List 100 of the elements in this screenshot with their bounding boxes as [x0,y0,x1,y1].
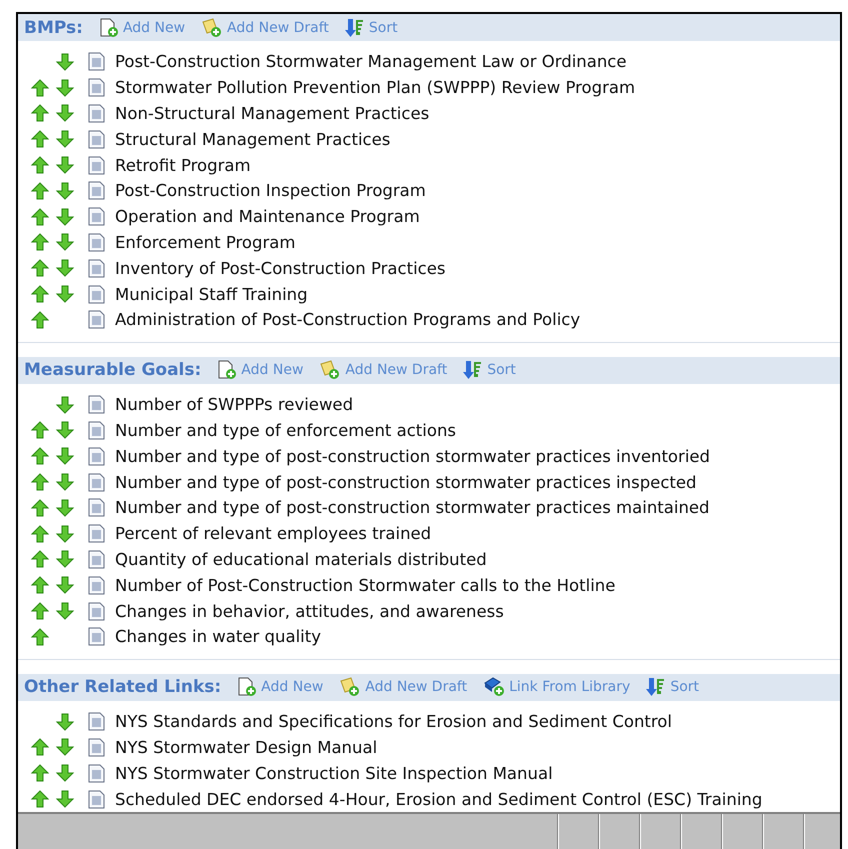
item-link[interactable]: Structural Management Practices [115,130,390,149]
down-arrow-icon[interactable] [55,420,75,440]
document-icon [88,550,105,569]
document-icon [88,207,105,226]
up-arrow-icon[interactable] [30,420,50,440]
up-arrow-icon[interactable] [30,575,50,596]
item-link[interactable]: Number of Post-Construction Stormwater calls to the Hotline [115,576,616,595]
document-icon [88,232,105,252]
up-arrow-icon[interactable] [30,103,50,124]
item-link[interactable]: Scheduled DEC endorsed 4-Hour, Erosion and Sediment Control (ESC) Training [115,790,762,809]
section-title: Measurable Goals: [24,360,202,380]
item-link[interactable]: Percent of relevant employees trained [115,524,432,544]
down-arrow-icon[interactable] [55,524,75,544]
section-title: BMPs: [24,18,83,38]
up-arrow-icon[interactable] [30,498,50,518]
sort-icon [646,677,666,698]
document-icon [88,446,105,466]
down-arrow-icon[interactable] [55,180,75,201]
down-arrow-icon[interactable] [55,155,75,176]
up-arrow-icon[interactable] [30,284,50,304]
down-arrow-icon[interactable] [55,103,75,124]
item-link[interactable]: Stormwater Pollution Prevention Plan (SWPPP) Review Program [115,78,636,98]
item-link[interactable]: Enforcement Program [115,232,296,252]
up-arrow-icon[interactable] [30,763,50,784]
up-arrow-icon[interactable] [30,78,50,98]
up-arrow-icon[interactable] [30,472,50,492]
document-icon [88,156,105,175]
down-arrow-icon[interactable] [55,575,75,596]
item-link[interactable]: Retrofit Program [115,156,251,175]
section-title: Other Related Links: [24,677,222,698]
down-arrow-icon[interactable] [55,549,75,570]
sort-icon [344,18,365,38]
up-arrow-icon[interactable] [30,310,50,330]
up-arrow-icon[interactable] [30,155,50,176]
down-arrow-icon[interactable] [55,763,75,784]
new-document-icon [98,18,119,38]
library-link-icon [483,677,506,698]
item-link[interactable]: Number of SWPPPs reviewed [115,395,354,414]
up-arrow-icon[interactable] [30,180,50,201]
down-arrow-icon[interactable] [55,394,75,415]
draft-note-icon [319,360,342,380]
item-link[interactable]: NYS Standards and Specifications for Erosion and Sediment Control [115,712,672,732]
document-icon [88,764,105,783]
up-arrow-icon[interactable] [30,549,50,570]
up-arrow-icon[interactable] [30,129,50,150]
document-icon [88,104,105,123]
document-icon [88,284,105,304]
up-arrow-icon[interactable] [30,789,50,810]
down-arrow-icon[interactable] [55,472,75,492]
item-link[interactable]: NYS Stormwater Design Manual [115,738,378,757]
document-icon [88,310,105,330]
down-arrow-icon[interactable] [55,712,75,732]
up-arrow-icon[interactable] [30,524,50,544]
document-icon [88,602,105,621]
up-arrow-icon[interactable] [30,206,50,227]
up-arrow-icon[interactable] [30,626,50,647]
item-link[interactable]: Non-Structural Management Practices [115,104,430,123]
sort-icon [463,360,484,380]
down-arrow-icon[interactable] [55,232,75,252]
draft-note-icon [201,18,224,38]
item-link[interactable]: Quantity of educational materials distributed [115,550,487,569]
up-arrow-icon[interactable] [30,601,50,622]
document-icon [88,498,105,518]
item-link[interactable]: Changes in behavior, attitudes, and awareness [115,602,504,621]
down-arrow-icon[interactable] [55,737,75,758]
item-link[interactable]: Municipal Staff Training [115,284,308,304]
item-link[interactable]: Post-Construction Inspection Program [115,181,426,200]
document-icon [88,576,105,595]
down-arrow-icon[interactable] [55,446,75,466]
up-arrow-icon[interactable] [30,258,50,278]
item-link[interactable]: Number and type of post-construction stormwater practices inspected [115,472,696,492]
document-icon [88,420,105,440]
item-link[interactable]: Changes in water quality [115,627,322,646]
item-link[interactable]: Number and type of post-construction stormwater practices maintained [115,498,710,518]
down-arrow-icon[interactable] [55,78,75,98]
down-arrow-icon[interactable] [55,52,75,72]
document-icon [88,52,105,72]
item-link[interactable]: NYS Stormwater Construction Site Inspection Manual [115,764,553,783]
draft-note-icon [339,677,362,698]
item-link[interactable]: Post-Construction Stormwater Management Law or Ordinance [115,52,627,72]
down-arrow-icon[interactable] [55,284,75,304]
item-link[interactable]: Operation and Maintenance Program [115,207,420,226]
document-icon [88,712,105,732]
document-icon [88,472,105,492]
down-arrow-icon[interactable] [55,206,75,227]
down-arrow-icon[interactable] [55,498,75,518]
document-icon [88,627,105,646]
up-arrow-icon[interactable] [30,737,50,758]
down-arrow-icon[interactable] [55,258,75,278]
document-icon [88,524,105,544]
item-link[interactable]: Number and type of post-construction stormwater practices inventoried [115,446,710,466]
down-arrow-icon[interactable] [55,601,75,622]
item-link[interactable]: Administration of Post-Construction Programs and Policy [115,310,580,330]
up-arrow-icon[interactable] [30,446,50,466]
item-link[interactable]: Inventory of Post-Construction Practices [115,258,446,278]
up-arrow-icon[interactable] [30,232,50,252]
item-link[interactable]: Number and type of enforcement actions [115,420,456,440]
down-arrow-icon[interactable] [55,129,75,150]
document-icon [88,181,105,200]
down-arrow-icon[interactable] [55,789,75,810]
